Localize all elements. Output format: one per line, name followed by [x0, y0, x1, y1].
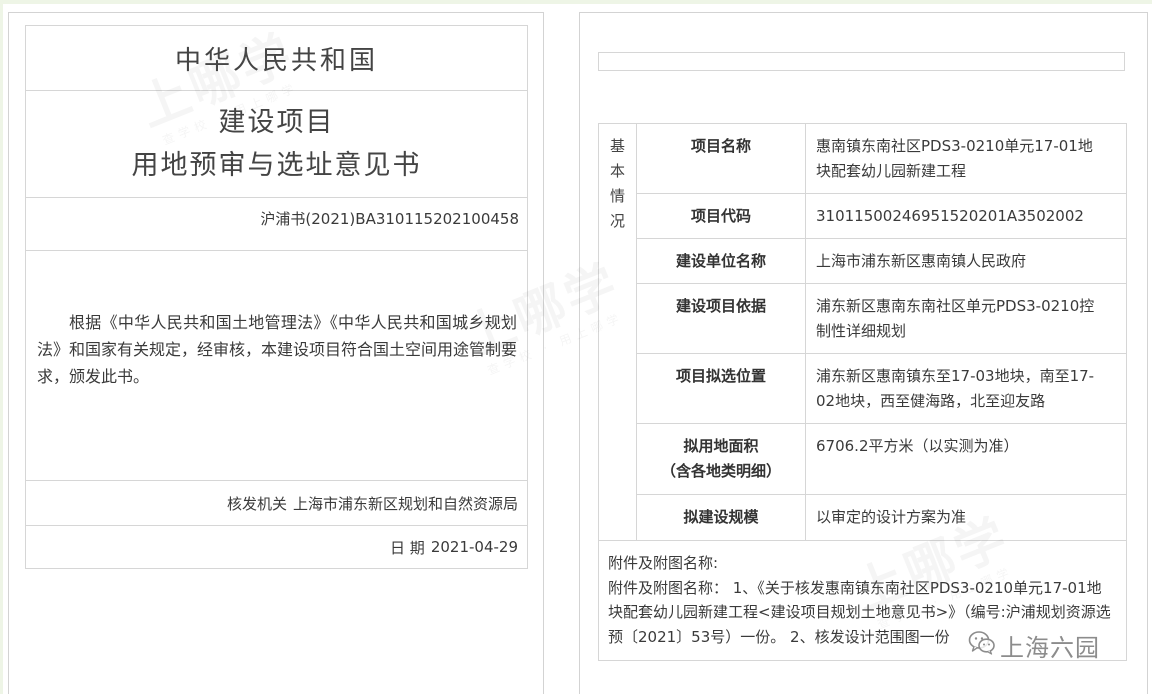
- row-value: 6706.2平方米（以实测为准）: [805, 423, 1127, 495]
- title-line-2: 用地预审与选址意见书: [131, 150, 422, 181]
- date-row: 日 期 2021-04-29: [26, 525, 527, 568]
- row-label: 项目代码: [636, 193, 806, 239]
- country-heading: 中华人民共和国: [26, 26, 527, 90]
- section-label: 基本情况: [610, 137, 626, 230]
- document-number-row: 沪浦书(2021)BA310115202100458: [26, 197, 527, 250]
- table-row: 拟用地面积 （含各地类明细） 6706.2平方米（以实测为准）: [599, 423, 1127, 495]
- section-header-cell: 基本情况: [598, 123, 637, 541]
- table-row: 建设单位名称 上海市浦东新区惠南镇人民政府: [599, 238, 1127, 284]
- row-label: 建设单位名称: [636, 238, 806, 284]
- issuer-label: 核发机关: [226, 494, 287, 513]
- body-text: 根据《中华人民共和国土地管理法》《中华人民共和国城乡规划法》和国家有关规定，经审…: [37, 313, 518, 386]
- row-value: 浦东新区惠南东南社区单元PDS3-0210控制性详细规划: [805, 283, 1127, 354]
- attachments-text: 附件及附图名称： 1、《关于核发惠南镇东南社区PDS3-0210单元17-01地…: [608, 578, 1111, 646]
- row-label: 建设项目依据: [636, 283, 806, 354]
- table-row: 拟建设规模 以审定的设计方案为准: [599, 494, 1127, 541]
- row-label: 拟建设规模: [636, 494, 806, 541]
- title-line-1: 建设项目: [218, 107, 335, 138]
- certificate-title: 建设项目 用地预审与选址意见书: [26, 90, 527, 197]
- row-value: 31011500246951520201A3502002: [805, 193, 1127, 239]
- row-label-cell: 拟用地面积 （含各地类明细）: [636, 423, 806, 495]
- date-label: 日 期: [390, 538, 425, 557]
- row-value: 浦东新区惠南镇东至17-03地块，南至17-02地块，西至健海路，北至迎友路: [805, 353, 1127, 424]
- table-row: 项目代码 31011500246951520201A3502002: [599, 193, 1127, 239]
- table-row: 建设项目依据 浦东新区惠南东南社区单元PDS3-0210控制性详细规划: [599, 283, 1127, 354]
- certificate-body: 根据《中华人民共和国土地管理法》《中华人民共和国城乡规划法》和国家有关规定，经审…: [26, 250, 527, 480]
- row-label: 拟用地面积: [683, 437, 759, 455]
- row-label-note: （含各地类明细）: [660, 462, 781, 480]
- country-name: 中华人民共和国: [174, 45, 378, 76]
- issue-date: 2021-04-29: [430, 538, 518, 556]
- row-value: 惠南镇东南社区PDS3-0210单元17-01地块配套幼儿园新建工程: [805, 123, 1127, 194]
- table-row: 基本情况 项目名称 惠南镇东南社区PDS3-0210单元17-01地块配套幼儿园…: [598, 123, 1127, 541]
- attachments-heading: 附件及附图名称:: [608, 554, 719, 572]
- row-label: 项目名称: [636, 123, 806, 194]
- header-blank-box: [598, 52, 1125, 71]
- basic-info-table: 基本情况 项目名称 惠南镇东南社区PDS3-0210单元17-01地块配套幼儿园…: [598, 123, 1127, 661]
- row-label: 项目拟选位置: [636, 353, 806, 424]
- row-value: 上海市浦东新区惠南镇人民政府: [805, 238, 1127, 284]
- attachments-cell: 附件及附图名称: 附件及附图名称： 1、《关于核发惠南镇东南社区PDS3-021…: [598, 540, 1127, 661]
- issuer-name: 上海市浦东新区规划和自然资源局: [292, 494, 518, 513]
- certificate-cover-table: 中华人民共和国 建设项目 用地预审与选址意见书 沪浦书(2021)BA31011…: [25, 25, 528, 569]
- attachments-row: 附件及附图名称: 附件及附图名称： 1、《关于核发惠南镇东南社区PDS3-021…: [598, 540, 1127, 661]
- issuer-row: 核发机关 上海市浦东新区规划和自然资源局: [26, 480, 527, 525]
- table-row: 项目拟选位置 浦东新区惠南镇东至17-03地块，南至17-02地块，西至健海路，…: [599, 353, 1127, 424]
- row-value: 以审定的设计方案为准: [805, 494, 1127, 541]
- document-number: 沪浦书(2021)BA310115202100458: [260, 210, 519, 228]
